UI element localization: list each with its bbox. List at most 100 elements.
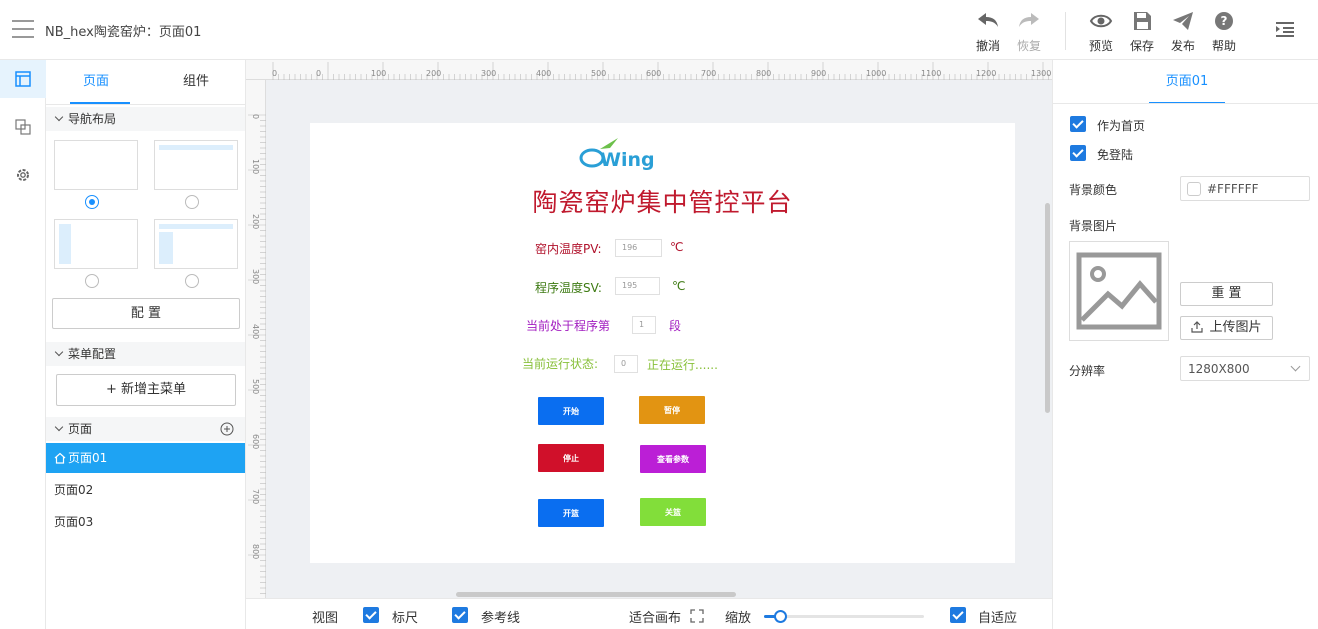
rail-components[interactable]: [0, 108, 46, 146]
field-value-sv[interactable]: 195: [615, 277, 660, 295]
chevron-down-icon: [54, 347, 64, 357]
ruler-left-label: 300: [251, 269, 260, 285]
home-icon: [54, 452, 66, 464]
ruler-top-label: 900: [811, 69, 827, 78]
page-item-1[interactable]: 页面01: [46, 443, 245, 473]
adaptive-checkbox[interactable]: [950, 607, 966, 623]
canvas-workspace[interactable]: 0 0 100 200 300 400 500 600 700 800 900 1000 1100 120…: [246, 60, 1052, 598]
ruler-top-label: 1100: [921, 69, 942, 78]
ruler-top-label: 300: [481, 69, 497, 78]
layout-radio-3[interactable]: [85, 274, 99, 288]
field-label-sv: 程序温度SV:: [535, 281, 602, 295]
layout-radio-1[interactable]: [85, 195, 99, 209]
help-label: 帮助: [1211, 39, 1236, 53]
layout-radio-2[interactable]: [185, 195, 199, 209]
chevron-down-icon: [54, 112, 64, 122]
tab-pages[interactable]: 页面: [46, 60, 146, 104]
fullscreen-icon[interactable]: [690, 609, 704, 623]
ruler-top-label: 600: [646, 69, 662, 78]
resolution-select[interactable]: 1280X800: [1180, 356, 1310, 381]
undo-icon: [978, 13, 998, 27]
copy-icon: [15, 119, 31, 135]
field-value-pv[interactable]: 196: [615, 239, 662, 257]
open-basket-button[interactable]: 开篮: [538, 499, 604, 527]
save-button[interactable]: 保存: [1122, 10, 1162, 54]
toolbar-divider: [1065, 12, 1066, 50]
reset-image-button[interactable]: 重 置: [1180, 282, 1273, 306]
ruler-top-label: 0: [272, 69, 278, 78]
bg-color-value: #FFFFFF: [1207, 182, 1259, 196]
ruler-left-label: 0: [251, 114, 260, 120]
field-value-status[interactable]: 0: [614, 355, 638, 373]
view-params-button[interactable]: 查看参数: [640, 445, 706, 473]
add-page-icon[interactable]: [220, 422, 234, 436]
no-login-checkbox[interactable]: [1070, 145, 1086, 161]
field-value-stage[interactable]: 1: [632, 316, 656, 334]
section-nav-layout[interactable]: 导航布局: [46, 107, 245, 131]
page-item-3[interactable]: 页面03: [46, 507, 245, 537]
field-label-status: 当前运行状态:: [522, 357, 599, 371]
rail-pages[interactable]: [0, 60, 46, 98]
ruler-left-label: 600: [251, 434, 260, 450]
redo-button[interactable]: 恢复: [1009, 10, 1049, 54]
start-button[interactable]: 开始: [538, 397, 604, 425]
redo-label: 恢复: [1016, 39, 1041, 53]
publish-button[interactable]: 发布: [1163, 10, 1203, 54]
tab-components[interactable]: 组件: [146, 60, 245, 104]
fit-canvas-label[interactable]: 适合画布: [629, 607, 681, 626]
preview-label: 预览: [1088, 39, 1113, 53]
undo-button[interactable]: 撤消: [968, 10, 1008, 54]
page-item-2[interactable]: 页面02: [46, 475, 245, 505]
undo-label: 撤消: [975, 39, 1000, 53]
layout-option-none[interactable]: [54, 140, 138, 190]
layout-icon: [15, 71, 31, 87]
homepage-checkbox[interactable]: [1070, 116, 1086, 132]
section-menu-config[interactable]: 菜单配置: [46, 342, 245, 366]
homepage-label: 作为首页: [1097, 119, 1146, 133]
right-panel: 页面01 作为首页 免登陆 背景颜色 #FFFFFF 背景图片 重 置 上传图片…: [1052, 60, 1318, 629]
ruler-left-label: 500: [251, 379, 260, 395]
save-label: 保存: [1129, 39, 1154, 53]
view-label: 视图: [312, 611, 339, 626]
stop-button[interactable]: 停止: [538, 444, 604, 472]
app-title: NB_hex陶瓷窑炉：页面01: [45, 25, 202, 40]
layout-option-top-side-nav[interactable]: [154, 219, 238, 269]
zoom-slider-handle[interactable]: [774, 610, 787, 623]
upload-image-button[interactable]: 上传图片: [1180, 316, 1273, 340]
section-pages[interactable]: 页面: [46, 417, 245, 441]
help-button[interactable]: ? 帮助: [1204, 10, 1244, 54]
preview-button[interactable]: 预览: [1081, 10, 1121, 54]
hamburger-menu-icon[interactable]: [12, 20, 34, 38]
color-swatch[interactable]: [1187, 182, 1201, 196]
vertical-scrollbar[interactable]: [1045, 203, 1050, 413]
no-login-label: 免登陆: [1097, 148, 1134, 162]
wing-logo-icon: Wing: [579, 138, 655, 171]
left-rail: [0, 60, 46, 629]
bg-color-input[interactable]: #FFFFFF: [1180, 176, 1310, 201]
field-unit-sv: ℃: [672, 279, 686, 293]
layout-option-top-nav[interactable]: [154, 140, 238, 190]
collapse-panel-icon[interactable]: [1276, 21, 1294, 37]
bg-color-label: 背景颜色: [1069, 183, 1118, 197]
section-nav-layout-label: 导航布局: [68, 112, 117, 126]
ruler-checkbox[interactable]: [363, 607, 379, 623]
pause-button[interactable]: 暂停: [639, 396, 705, 424]
horizontal-scrollbar[interactable]: [456, 592, 736, 597]
add-main-menu-button[interactable]: + 新增主菜单: [56, 374, 236, 406]
right-panel-tab[interactable]: 页面01: [1149, 60, 1225, 104]
resolution-label: 分辨率: [1069, 364, 1106, 378]
layout-radio-4[interactable]: [185, 274, 199, 288]
ruler-top-label: 100: [371, 69, 387, 78]
config-button[interactable]: 配 置: [52, 298, 240, 329]
zoom-slider-track[interactable]: [764, 610, 924, 623]
guides-checkbox[interactable]: [452, 607, 468, 623]
ruler-top-label: 1200: [976, 69, 997, 78]
rail-settings[interactable]: [0, 156, 46, 194]
ruler-top-label: 800: [756, 69, 772, 78]
bg-image-preview[interactable]: [1069, 241, 1169, 341]
chevron-down-icon: [54, 422, 64, 432]
design-page[interactable]: Wing 陶瓷窑炉集中管控平台 窑内温度PV: 196 ℃ 程序温度SV: 19…: [310, 123, 1015, 563]
close-basket-button[interactable]: 关篮: [640, 498, 706, 526]
upload-icon: [1191, 321, 1204, 333]
layout-option-side-nav[interactable]: [54, 219, 138, 269]
